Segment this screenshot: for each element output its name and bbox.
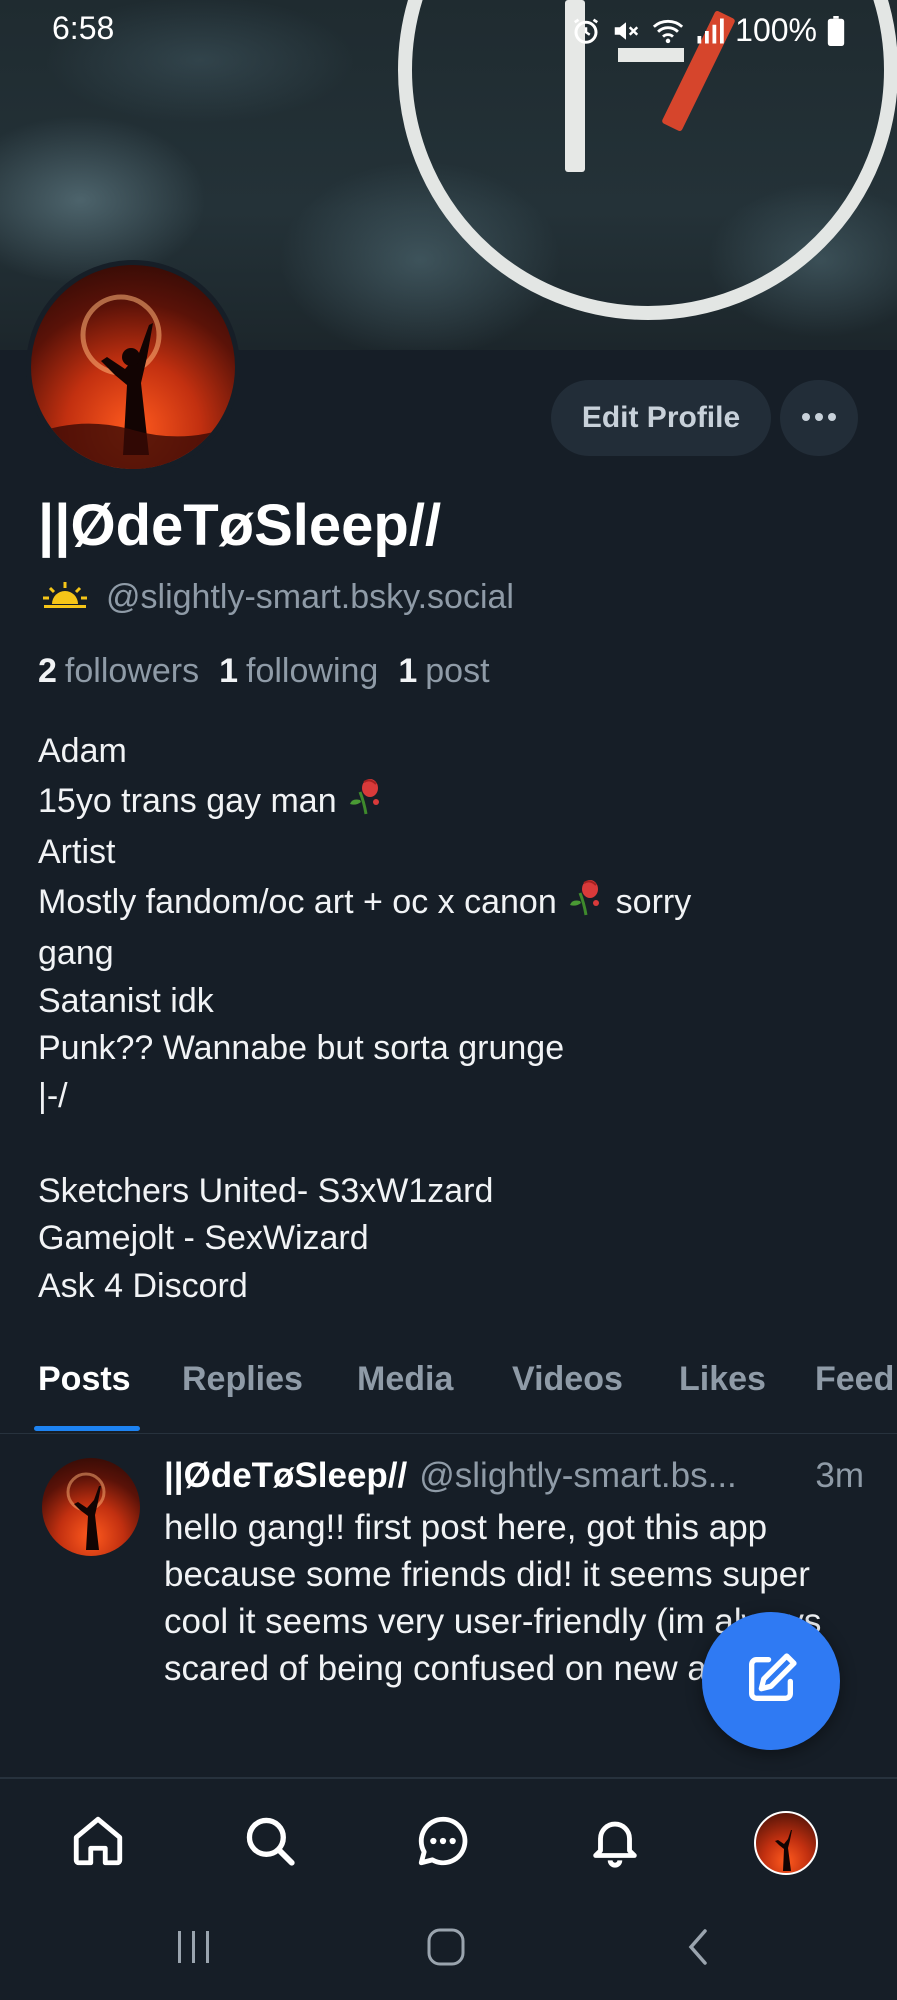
posts-stat: 1 post (398, 652, 489, 691)
bottom-navigation (0, 1778, 897, 1902)
tab-videos[interactable]: Videos (512, 1360, 623, 1399)
system-home-button[interactable] (416, 1924, 476, 1974)
active-tab-indicator (34, 1426, 140, 1431)
bio-line: Mostly fandom/oc art + oc x canon sorry (38, 877, 858, 931)
notifications-icon (586, 1812, 644, 1875)
home-icon (69, 1812, 127, 1875)
battery-text: 100% (735, 12, 817, 48)
bio-line: 15yo trans gay man (38, 776, 858, 830)
more-icon (801, 409, 837, 427)
wilted-rose-icon (566, 877, 606, 931)
status-icons: 100% (571, 12, 845, 49)
bio-line: Ask 4 Discord (38, 1266, 248, 1305)
compose-button[interactable] (702, 1612, 840, 1750)
tab-replies[interactable]: Replies (182, 1360, 303, 1399)
profile-stats: 2 followers 1 following 1 post (38, 652, 490, 691)
tab-posts[interactable]: Posts (38, 1360, 131, 1399)
sun-icon (40, 580, 90, 615)
display-name: ||ØdeTøSleep// (38, 493, 442, 558)
tab-feeds[interactable]: Feed (815, 1360, 894, 1399)
post-header: ||ØdeTøSleep// @slightly-smart.bs... 3m (164, 1456, 864, 1496)
mute-icon (611, 16, 641, 46)
profile-handle[interactable]: @slightly-smart.bsky.social (106, 578, 514, 617)
compose-icon (742, 1650, 800, 1713)
system-navigation (0, 1902, 897, 2000)
bio-line (38, 1120, 858, 1168)
posts-count: 1 (398, 652, 418, 690)
wilted-rose-icon (346, 776, 386, 830)
bio-line: Gamejolt - SexWizard (38, 1219, 369, 1257)
bio-line: |-/ (38, 1076, 68, 1115)
more-options-button[interactable] (780, 380, 858, 456)
home-circle-icon (426, 1927, 466, 1972)
edit-profile-button[interactable]: Edit Profile (551, 380, 771, 456)
recents-button[interactable] (164, 1924, 224, 1974)
profile-avatar[interactable] (26, 260, 240, 474)
system-back-button[interactable] (668, 1924, 728, 1974)
following-label: following (246, 652, 379, 690)
post-author-name[interactable]: ||ØdeTøSleep// (164, 1456, 407, 1496)
battery-icon (827, 15, 845, 46)
recents-icon (174, 1929, 214, 1970)
bio-line: Punk?? Wannabe but sorta grunge (38, 1029, 565, 1067)
bio-line: Adam (38, 732, 127, 770)
post-avatar[interactable] (42, 1458, 140, 1556)
back-icon (683, 1927, 713, 1972)
profile-bio: Adam 15yo trans gay man Artist Mostly fa… (38, 728, 858, 1310)
post-timestamp: 3m (815, 1456, 864, 1495)
nav-home[interactable] (66, 1811, 130, 1875)
bio-text: 15yo trans gay man (38, 781, 337, 820)
chat-icon (414, 1812, 472, 1875)
nav-notifications[interactable] (583, 1811, 647, 1875)
search-icon (241, 1812, 299, 1875)
bio-line: Artist (38, 833, 116, 871)
bio-text: Mostly fandom/oc art + oc x canon (38, 882, 557, 921)
followers-count: 2 (38, 652, 57, 690)
tab-media[interactable]: Media (357, 1360, 453, 1399)
following-link[interactable]: 1 following (219, 652, 378, 691)
bio-line: gang (38, 934, 114, 972)
handle-row: @slightly-smart.bsky.social (40, 578, 514, 617)
followers-link[interactable]: 2 followers (38, 652, 199, 691)
wifi-icon (651, 16, 685, 46)
signal-icon (695, 17, 725, 45)
post-author-handle[interactable]: @slightly-smart.bs... (419, 1456, 737, 1496)
nav-chat[interactable] (411, 1811, 475, 1875)
status-time: 6:58 (52, 10, 115, 46)
tab-likes[interactable]: Likes (679, 1360, 766, 1399)
nav-search[interactable] (238, 1811, 302, 1875)
bio-line: Satanist idk (38, 981, 214, 1020)
status-bar: 6:58 100% (0, 0, 897, 60)
nav-profile-avatar[interactable] (754, 1811, 818, 1875)
alarm-icon (571, 16, 601, 46)
profile-tabs: Posts Replies Media Videos Likes Feed (0, 1344, 897, 1434)
following-count: 1 (219, 652, 239, 690)
followers-label: followers (64, 652, 200, 690)
bio-text: sorry (615, 882, 692, 921)
bio-line: Sketchers United- S3xW1zard (38, 1171, 494, 1210)
posts-label: post (425, 652, 490, 690)
